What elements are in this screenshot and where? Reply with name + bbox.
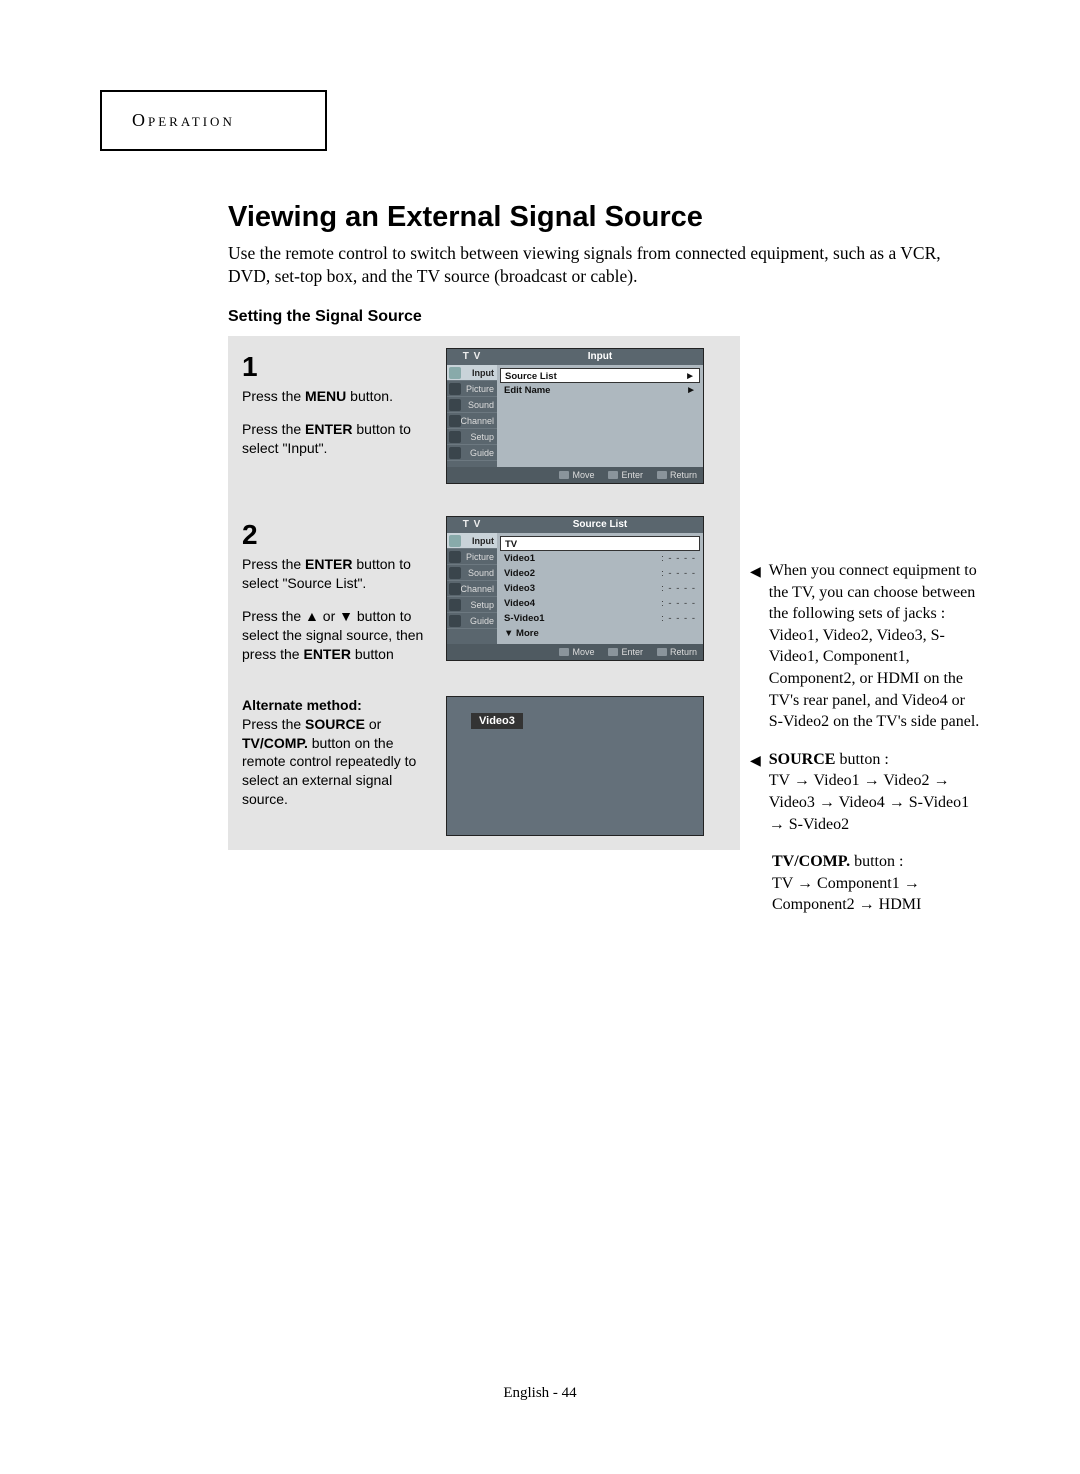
osd1-side-input: Input: [447, 365, 497, 381]
note-2: ◀ SOURCE button : TV → Video1 → Video2 →…: [750, 749, 980, 835]
osd2-side-sound: Sound: [447, 565, 497, 581]
osd2-side-input: Input: [447, 533, 497, 549]
osd2-header-left: T V: [447, 517, 497, 533]
osd1-header-left: T V: [447, 349, 497, 365]
step-1-number: 1: [242, 348, 432, 386]
osd1-side-sound: Sound: [447, 397, 497, 413]
osd1-row-edit-name: Edit Name►: [500, 383, 700, 398]
page-title: Viewing an External Signal Source: [228, 201, 968, 234]
osd2-side-picture: Picture: [447, 549, 497, 565]
osd1-header-right: Input: [497, 349, 703, 365]
osd2-side-setup: Setup: [447, 597, 497, 613]
step-2-number: 2: [242, 516, 432, 554]
osd2-row-video2: Video2: - - - -: [500, 566, 700, 581]
osd1-side-guide: Guide: [447, 445, 497, 461]
osd-screenshot-2: T V Source List Input Picture Sound Chan…: [446, 516, 704, 661]
osd1-side-picture: Picture: [447, 381, 497, 397]
osd2-row-video4: Video4: - - - -: [500, 596, 700, 611]
intro-text: Use the remote control to switch between…: [228, 242, 968, 288]
osd2-row-tv: TV: [500, 536, 700, 551]
alternate-method: Alternate method: Press the SOURCE or TV…: [242, 696, 726, 836]
osd1-side-channel: Channel: [447, 413, 497, 429]
note-1: ◀ When you connect equipment to the TV, …: [750, 560, 980, 733]
step-1-line-1: Press the MENU button.: [242, 387, 432, 406]
side-notes: ◀ When you connect equipment to the TV, …: [750, 560, 980, 930]
step-2-line-2: Press the ▲ or ▼ button to select the si…: [242, 607, 432, 664]
step-2: 2 Press the ENTER button to select "Sour…: [242, 516, 726, 664]
osd2-row-video3: Video3: - - - -: [500, 581, 700, 596]
osd-screenshot-1: T V Input Input Picture Sound Channel Se…: [446, 348, 704, 484]
osd3-source-label: Video3: [471, 713, 523, 729]
osd2-side-guide: Guide: [447, 613, 497, 629]
steps-panel: 1 Press the MENU button. Press the ENTER…: [228, 336, 740, 850]
osd2-row-video1: Video1: - - - -: [500, 551, 700, 566]
osd2-row-more: ▼ More: [500, 626, 700, 641]
section-label: Operation: [132, 110, 235, 130]
step-2-line-1: Press the ENTER button to select "Source…: [242, 555, 432, 593]
alternate-method-text: Alternate method: Press the SOURCE or TV…: [242, 696, 432, 809]
osd-screenshot-3: Video3: [446, 696, 704, 836]
section-header-box: Operation: [100, 90, 327, 151]
step-1-line-2: Press the ENTER button to select "Input"…: [242, 420, 432, 458]
step-1: 1 Press the MENU button. Press the ENTER…: [242, 348, 726, 484]
note-3: TV/COMP. button : TV → Component1 → Comp…: [772, 851, 980, 916]
subtitle: Setting the Signal Source: [228, 308, 968, 326]
osd2-side-channel: Channel: [447, 581, 497, 597]
triangle-bullet-icon: ◀: [750, 751, 761, 835]
osd1-side-setup: Setup: [447, 429, 497, 445]
up-arrow-icon: ▲: [305, 608, 319, 624]
down-arrow-icon: ▼: [339, 608, 353, 624]
osd2-footer: Move Enter Return: [447, 644, 703, 660]
osd2-header-right: Source List: [497, 517, 703, 533]
osd2-row-svideo1: S-Video1: - - - -: [500, 611, 700, 626]
osd1-footer: Move Enter Return: [447, 467, 703, 483]
osd1-row-source-list: Source List►: [500, 368, 700, 383]
triangle-bullet-icon: ◀: [750, 562, 761, 733]
page-footer: English - 44: [0, 1385, 1080, 1402]
